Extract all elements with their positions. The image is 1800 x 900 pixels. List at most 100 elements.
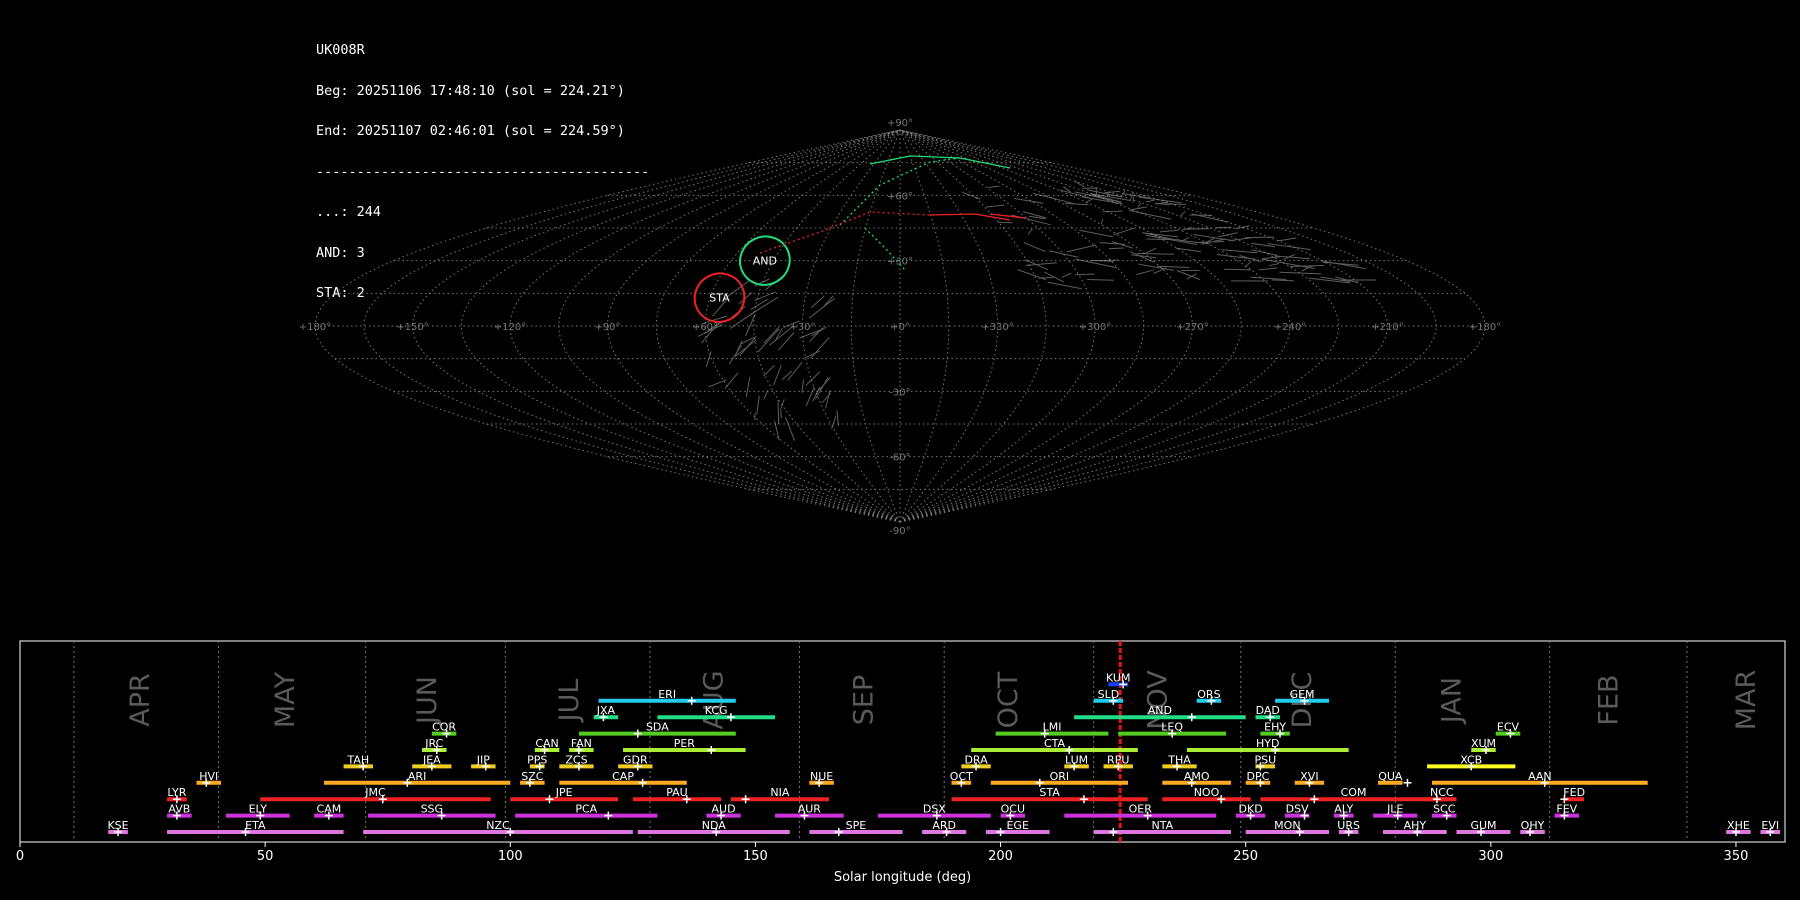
shower-xhe: XHE <box>1726 819 1751 836</box>
shower-code: FAN <box>571 737 592 750</box>
meteor-trail <box>1122 189 1126 196</box>
shower-szc: SZC <box>520 770 545 787</box>
shower-hvi: HVI <box>196 770 222 787</box>
shower-code: OHY <box>1521 819 1545 832</box>
meteor-trail <box>817 376 831 392</box>
meteor-trail <box>1146 238 1180 241</box>
meteor-trail <box>1100 218 1104 225</box>
lon-label: +330° <box>981 322 1013 333</box>
shower-code: DSX <box>923 803 946 816</box>
shower-dpc: DPC <box>1245 770 1271 787</box>
shower-code: URS <box>1337 819 1360 832</box>
meteor-trail <box>1048 250 1079 258</box>
shower-code: JIP <box>476 753 490 766</box>
shower-code: DPC <box>1247 770 1270 783</box>
meteor-trail <box>750 298 768 310</box>
shower-jpe: JPE <box>510 786 619 804</box>
shower-code: DKD <box>1239 803 1263 816</box>
shower-code: JXA <box>596 704 616 717</box>
shower-code: XUM <box>1471 737 1496 750</box>
meteor-trail <box>1258 267 1278 271</box>
shower-amo: AMO <box>1162 770 1231 787</box>
shower-code: GUM <box>1470 819 1496 832</box>
lat-label: +60° <box>887 191 913 202</box>
lon-label: +90° <box>594 322 620 333</box>
shower-ohy: OHY <box>1520 819 1545 836</box>
shower-code: NUE <box>810 770 833 783</box>
shower-code: AND <box>1148 704 1172 717</box>
shower-aur: AUR <box>775 803 844 820</box>
shower-code: PAU <box>666 786 688 799</box>
meteor-trail <box>1244 260 1252 268</box>
shower-kse: KSE <box>107 819 129 836</box>
meteor-trail <box>808 297 836 319</box>
meteor-trail <box>1085 198 1094 204</box>
shower-psu: PSU <box>1254 753 1276 771</box>
meteor-trail <box>1223 268 1252 271</box>
month-label: SEP <box>848 675 879 725</box>
meteor-trail <box>986 204 1005 208</box>
x-tick-label: 100 <box>498 849 523 864</box>
sky-map: +180° +150° +120° +90° +60° +30° +0° +330° +300°… <box>299 118 1501 537</box>
shower-code: SSG <box>421 803 444 816</box>
meteor-trail <box>1277 237 1297 242</box>
meteor-trail <box>749 296 779 316</box>
shower-noo: NOO <box>1162 786 1251 804</box>
shower-oer: OER <box>1064 803 1217 820</box>
shower-code: JRC <box>424 737 443 750</box>
meteor-trail <box>739 335 757 357</box>
meteor-trail <box>814 376 829 400</box>
month-label: APR <box>125 673 156 727</box>
meteor-trail <box>745 377 751 397</box>
shower-ard: ARD <box>922 819 967 836</box>
x-tick-label: 300 <box>1478 849 1503 864</box>
meteor-trail <box>1269 263 1280 267</box>
meteor-trail <box>1132 196 1134 203</box>
meteor-trail <box>728 345 742 365</box>
month-label: FEB <box>1594 674 1625 725</box>
shower-cta: CTA <box>971 737 1138 754</box>
shower-tha: THA <box>1162 753 1197 771</box>
shower-code: HVI <box>199 770 218 783</box>
meteor-trail <box>1261 258 1315 269</box>
shower-code: PPS <box>527 753 547 766</box>
meteor-trail <box>1014 197 1044 204</box>
shower-nue: NUE <box>809 770 834 787</box>
meteor-trail <box>1145 247 1157 254</box>
shower-code: JPE <box>555 786 573 799</box>
shower-ahy: AHY <box>1382 819 1447 836</box>
shower-code: NDA <box>702 819 727 832</box>
meteor-trail <box>787 361 803 381</box>
meteor-trails <box>697 180 1377 441</box>
lon-label: +240° <box>1274 322 1306 333</box>
shower-pca: PCA <box>515 803 658 820</box>
shower-code: ARD <box>932 819 956 832</box>
shower-ncc: NCC <box>1427 786 1457 804</box>
meteor-trail <box>1043 271 1065 283</box>
shower-code: ARI <box>408 770 426 783</box>
shower-timeline: APR MAY JUN JUL AUG SEP OCT NOV DEC JAN FEB MARKUME… <box>16 640 1786 885</box>
meteor-trail <box>1279 271 1322 275</box>
shower-code: ORS <box>1197 688 1220 701</box>
x-tick-label: 250 <box>1233 849 1258 864</box>
shower-fed: FED <box>1560 786 1585 804</box>
shower-code: JEA <box>422 753 441 766</box>
shower-code: ZCS <box>565 753 587 766</box>
shower-code: LEQ <box>1161 721 1183 734</box>
meteor-trail <box>1182 236 1190 241</box>
radiant-label: STA <box>709 292 730 305</box>
lat-label: +90° <box>887 118 913 129</box>
shower-ehy: EHY <box>1260 721 1290 738</box>
shower-code: AAN <box>1528 770 1552 783</box>
shower-code: RPU <box>1107 753 1129 766</box>
shower-rpu: RPU <box>1103 753 1133 771</box>
shower-code: LMI <box>1043 721 1062 734</box>
shower-avb: AVB <box>167 803 192 820</box>
shower-qua: QUA <box>1378 770 1412 787</box>
meteor-trail <box>1145 199 1155 203</box>
meteor-trail <box>1075 273 1095 276</box>
shower-code: OER <box>1129 803 1153 816</box>
x-tick-label: 150 <box>743 849 768 864</box>
shower-code: OCU <box>1001 803 1025 816</box>
meteor-trail <box>823 295 834 307</box>
